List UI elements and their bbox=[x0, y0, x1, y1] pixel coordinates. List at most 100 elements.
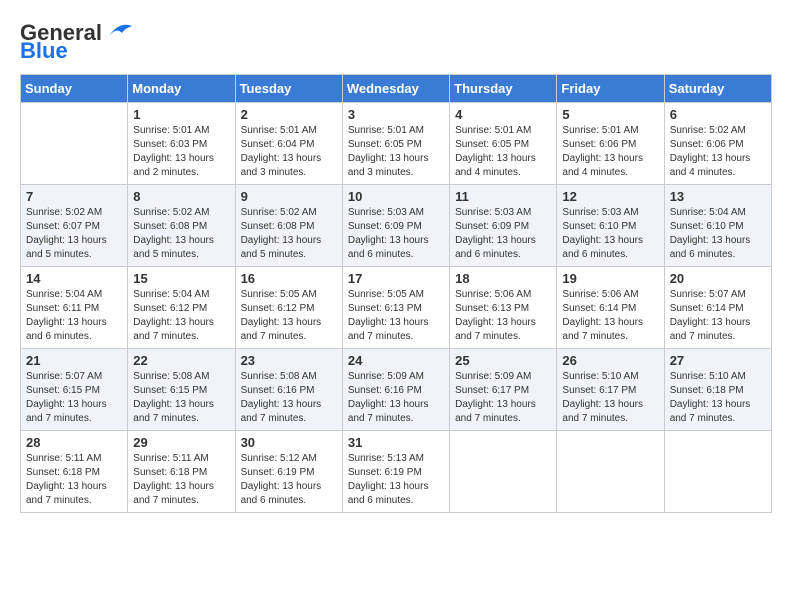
calendar-cell: 15 Sunrise: 5:04 AM Sunset: 6:12 PM Dayli… bbox=[128, 267, 235, 349]
day-number: 16 bbox=[241, 271, 337, 286]
column-header-monday: Monday bbox=[128, 75, 235, 103]
day-number: 29 bbox=[133, 435, 229, 450]
calendar-cell: 23 Sunrise: 5:08 AM Sunset: 6:16 PM Dayli… bbox=[235, 349, 342, 431]
day-number: 2 bbox=[241, 107, 337, 122]
calendar-cell: 11 Sunrise: 5:03 AM Sunset: 6:09 PM Dayli… bbox=[450, 185, 557, 267]
cell-info: Sunrise: 5:13 AM Sunset: 6:19 PM Dayligh… bbox=[348, 452, 444, 508]
day-number: 18 bbox=[455, 271, 551, 286]
calendar-cell: 17Sunrise: 5:05 AM Sunset: 6:13 PM Dayli… bbox=[342, 267, 449, 349]
day-number: 14 bbox=[26, 271, 122, 286]
day-number: 8 bbox=[133, 189, 229, 204]
calendar-week-row: 21Sunrise: 5:07 AM Sunset: 6:15 PM Dayli… bbox=[21, 349, 772, 431]
day-number: 13 bbox=[670, 189, 766, 204]
column-header-friday: Friday bbox=[557, 75, 664, 103]
column-header-thursday: Thursday bbox=[450, 75, 557, 103]
day-number: 22 bbox=[133, 353, 229, 368]
cell-info: Sunrise: 5:09 AM Sunset: 6:16 PM Dayligh… bbox=[348, 370, 444, 426]
calendar-cell: 18 Sunrise: 5:06 AM Sunset: 6:13 PM Dayli… bbox=[450, 267, 557, 349]
calendar-cell bbox=[21, 103, 128, 185]
column-header-saturday: Saturday bbox=[664, 75, 771, 103]
column-header-wednesday: Wednesday bbox=[342, 75, 449, 103]
cell-info: Sunrise: 5:07 AM Sunset: 6:14 PM Dayligh… bbox=[670, 288, 766, 344]
day-number: 6 bbox=[670, 107, 766, 122]
calendar-cell: 20 Sunrise: 5:07 AM Sunset: 6:14 PM Dayli… bbox=[664, 267, 771, 349]
day-number: 19 bbox=[562, 271, 658, 286]
day-number: 20 bbox=[670, 271, 766, 286]
calendar-cell: 16 Sunrise: 5:05 AM Sunset: 6:12 PM Dayli… bbox=[235, 267, 342, 349]
day-number: 31 bbox=[348, 435, 444, 450]
calendar-cell: 4Sunrise: 5:01 AM Sunset: 6:05 PM Daylig… bbox=[450, 103, 557, 185]
cell-info: Sunrise: 5:08 AM Sunset: 6:16 PM Dayligh… bbox=[241, 370, 337, 426]
day-number: 9 bbox=[241, 189, 337, 204]
calendar-table: SundayMondayTuesdayWednesdayThursdayFrid… bbox=[20, 74, 772, 513]
cell-info: Sunrise: 5:02 AM Sunset: 6:06 PM Dayligh… bbox=[670, 124, 766, 180]
calendar-cell: 13 Sunrise: 5:04 AM Sunset: 6:10 PM Dayli… bbox=[664, 185, 771, 267]
calendar-cell: 5Sunrise: 5:01 AM Sunset: 6:06 PM Daylig… bbox=[557, 103, 664, 185]
calendar-week-row: 7 Sunrise: 5:02 AM Sunset: 6:07 PM Daylig… bbox=[21, 185, 772, 267]
day-number: 1 bbox=[133, 107, 229, 122]
header: General Blue bbox=[20, 20, 772, 64]
calendar-cell: 2 Sunrise: 5:01 AM Sunset: 6:04 PM Daylig… bbox=[235, 103, 342, 185]
calendar-week-row: 1 Sunrise: 5:01 AM Sunset: 6:03 PM Daylig… bbox=[21, 103, 772, 185]
calendar-cell: 29 Sunrise: 5:11 AM Sunset: 6:18 PM Dayli… bbox=[128, 431, 235, 513]
cell-info: Sunrise: 5:06 AM Sunset: 6:13 PM Dayligh… bbox=[455, 288, 551, 344]
cell-info: Sunrise: 5:01 AM Sunset: 6:05 PM Dayligh… bbox=[348, 124, 444, 180]
cell-info: Sunrise: 5:04 AM Sunset: 6:11 PM Dayligh… bbox=[26, 288, 122, 344]
day-number: 23 bbox=[241, 353, 337, 368]
cell-info: Sunrise: 5:03 AM Sunset: 6:10 PM Dayligh… bbox=[562, 206, 658, 262]
cell-info: Sunrise: 5:07 AM Sunset: 6:15 PM Dayligh… bbox=[26, 370, 122, 426]
calendar-cell bbox=[557, 431, 664, 513]
day-number: 11 bbox=[455, 189, 551, 204]
cell-info: Sunrise: 5:05 AM Sunset: 6:12 PM Dayligh… bbox=[241, 288, 337, 344]
calendar-week-row: 14 Sunrise: 5:04 AM Sunset: 6:11 PM Dayli… bbox=[21, 267, 772, 349]
cell-info: Sunrise: 5:03 AM Sunset: 6:09 PM Dayligh… bbox=[348, 206, 444, 262]
cell-info: Sunrise: 5:01 AM Sunset: 6:05 PM Dayligh… bbox=[455, 124, 551, 180]
calendar-cell: 8 Sunrise: 5:02 AM Sunset: 6:08 PM Daylig… bbox=[128, 185, 235, 267]
cell-info: Sunrise: 5:01 AM Sunset: 6:03 PM Dayligh… bbox=[133, 124, 229, 180]
cell-info: Sunrise: 5:11 AM Sunset: 6:18 PM Dayligh… bbox=[133, 452, 229, 508]
cell-info: Sunrise: 5:04 AM Sunset: 6:12 PM Dayligh… bbox=[133, 288, 229, 344]
calendar-cell: 14 Sunrise: 5:04 AM Sunset: 6:11 PM Dayli… bbox=[21, 267, 128, 349]
calendar-cell: 26 Sunrise: 5:10 AM Sunset: 6:17 PM Dayli… bbox=[557, 349, 664, 431]
calendar-cell: 21Sunrise: 5:07 AM Sunset: 6:15 PM Dayli… bbox=[21, 349, 128, 431]
calendar-cell: 12 Sunrise: 5:03 AM Sunset: 6:10 PM Dayli… bbox=[557, 185, 664, 267]
day-number: 5 bbox=[562, 107, 658, 122]
day-number: 27 bbox=[670, 353, 766, 368]
cell-info: Sunrise: 5:02 AM Sunset: 6:07 PM Dayligh… bbox=[26, 206, 122, 262]
cell-info: Sunrise: 5:06 AM Sunset: 6:14 PM Dayligh… bbox=[562, 288, 658, 344]
cell-info: Sunrise: 5:04 AM Sunset: 6:10 PM Dayligh… bbox=[670, 206, 766, 262]
cell-info: Sunrise: 5:05 AM Sunset: 6:13 PM Dayligh… bbox=[348, 288, 444, 344]
calendar-cell bbox=[664, 431, 771, 513]
calendar-cell: 6 Sunrise: 5:02 AM Sunset: 6:06 PM Daylig… bbox=[664, 103, 771, 185]
day-number: 10 bbox=[348, 189, 444, 204]
calendar-cell: 7 Sunrise: 5:02 AM Sunset: 6:07 PM Daylig… bbox=[21, 185, 128, 267]
calendar-cell: 19 Sunrise: 5:06 AM Sunset: 6:14 PM Dayli… bbox=[557, 267, 664, 349]
cell-info: Sunrise: 5:10 AM Sunset: 6:18 PM Dayligh… bbox=[670, 370, 766, 426]
calendar-cell: 9 Sunrise: 5:02 AM Sunset: 6:08 PM Daylig… bbox=[235, 185, 342, 267]
day-number: 30 bbox=[241, 435, 337, 450]
cell-info: Sunrise: 5:11 AM Sunset: 6:18 PM Dayligh… bbox=[26, 452, 122, 508]
day-number: 3 bbox=[348, 107, 444, 122]
day-number: 25 bbox=[455, 353, 551, 368]
cell-info: Sunrise: 5:12 AM Sunset: 6:19 PM Dayligh… bbox=[241, 452, 337, 508]
calendar-cell bbox=[450, 431, 557, 513]
calendar-cell: 22Sunrise: 5:08 AM Sunset: 6:15 PM Dayli… bbox=[128, 349, 235, 431]
calendar-cell: 28Sunrise: 5:11 AM Sunset: 6:18 PM Dayli… bbox=[21, 431, 128, 513]
day-number: 24 bbox=[348, 353, 444, 368]
calendar-cell: 3 Sunrise: 5:01 AM Sunset: 6:05 PM Daylig… bbox=[342, 103, 449, 185]
cell-info: Sunrise: 5:02 AM Sunset: 6:08 PM Dayligh… bbox=[241, 206, 337, 262]
day-number: 12 bbox=[562, 189, 658, 204]
cell-info: Sunrise: 5:10 AM Sunset: 6:17 PM Dayligh… bbox=[562, 370, 658, 426]
cell-info: Sunrise: 5:01 AM Sunset: 6:04 PM Dayligh… bbox=[241, 124, 337, 180]
cell-info: Sunrise: 5:02 AM Sunset: 6:08 PM Dayligh… bbox=[133, 206, 229, 262]
day-number: 15 bbox=[133, 271, 229, 286]
column-header-tuesday: Tuesday bbox=[235, 75, 342, 103]
calendar-cell: 27 Sunrise: 5:10 AM Sunset: 6:18 PM Dayli… bbox=[664, 349, 771, 431]
day-number: 7 bbox=[26, 189, 122, 204]
calendar-cell: 10 Sunrise: 5:03 AM Sunset: 6:09 PM Dayli… bbox=[342, 185, 449, 267]
day-number: 26 bbox=[562, 353, 658, 368]
column-header-sunday: Sunday bbox=[21, 75, 128, 103]
cell-info: Sunrise: 5:03 AM Sunset: 6:09 PM Dayligh… bbox=[455, 206, 551, 262]
logo: General Blue bbox=[20, 20, 134, 64]
calendar-cell: 25Sunrise: 5:09 AM Sunset: 6:17 PM Dayli… bbox=[450, 349, 557, 431]
